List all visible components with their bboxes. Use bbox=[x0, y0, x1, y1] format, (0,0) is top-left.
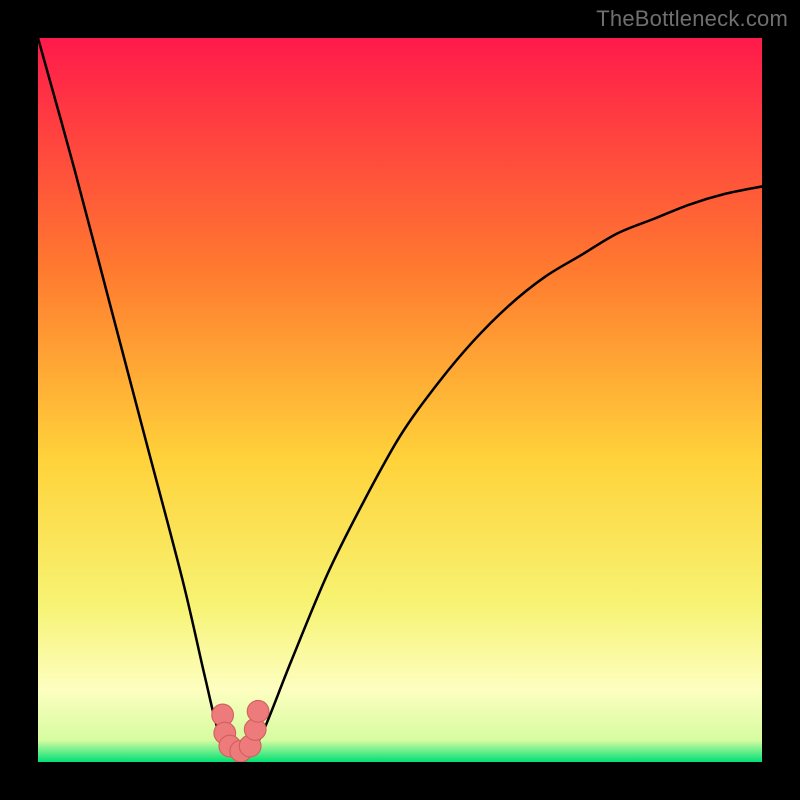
highlight-markers bbox=[212, 700, 269, 762]
marker-dot bbox=[247, 700, 269, 722]
bottleneck-curve bbox=[38, 38, 762, 762]
watermark-text: TheBottleneck.com bbox=[596, 6, 788, 32]
plot-area bbox=[38, 38, 762, 762]
curve-layer bbox=[38, 38, 762, 762]
chart-frame: TheBottleneck.com bbox=[0, 0, 800, 800]
